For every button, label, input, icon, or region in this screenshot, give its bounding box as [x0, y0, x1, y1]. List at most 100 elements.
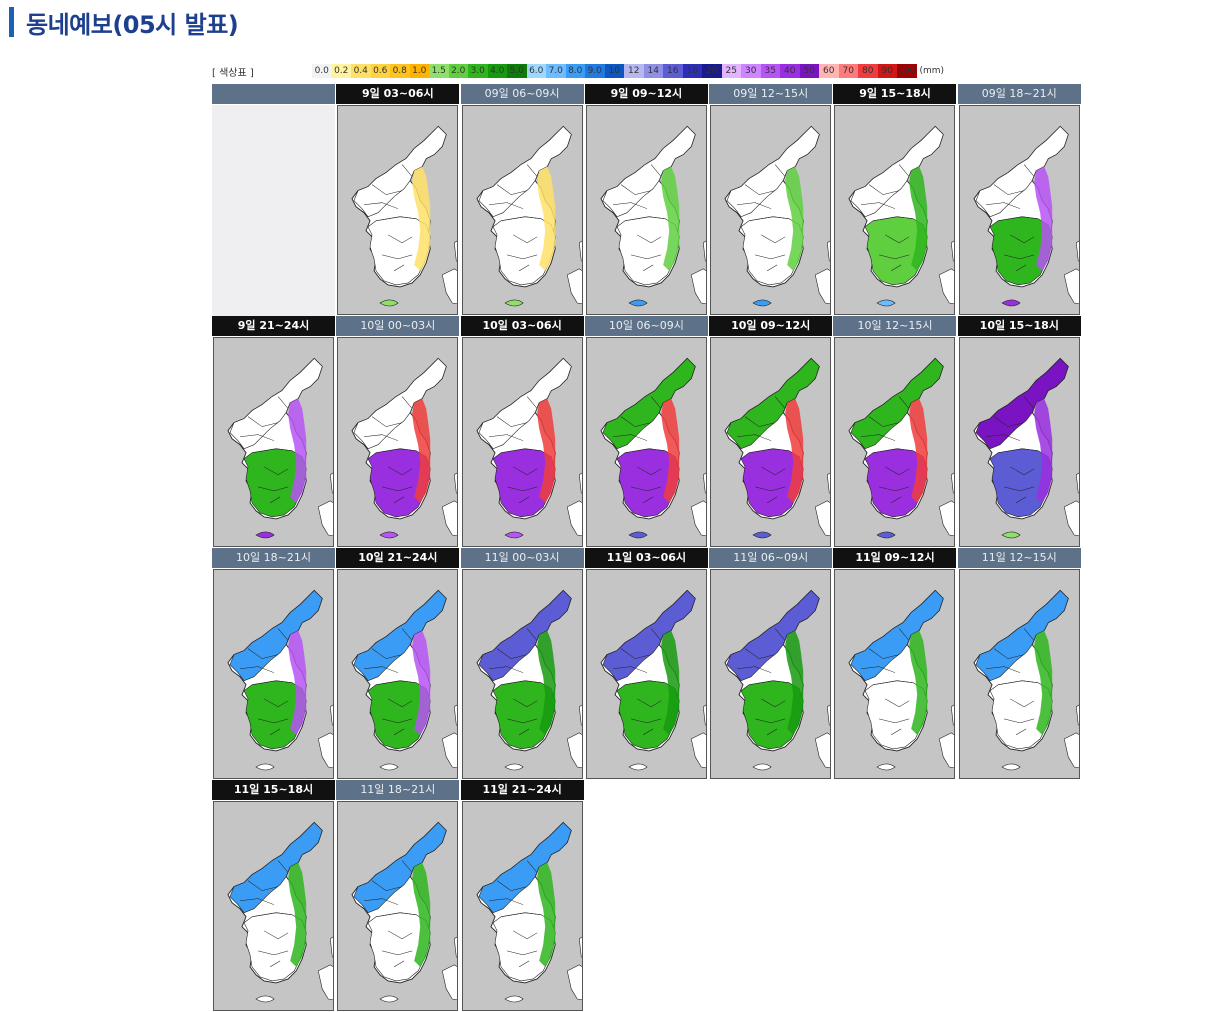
forecast-panel: 9일 09~12시 [584, 84, 708, 316]
precipitation-map [710, 569, 832, 779]
panel-time-label: 10일 00~03시 [336, 316, 460, 336]
panel-time-label: 11일 21~24시 [460, 780, 584, 800]
legend-step: 4.0 [487, 64, 507, 78]
forecast-panel [212, 84, 335, 316]
panel-time-label: 09일 18~21시 [957, 84, 1081, 104]
precipitation-map [213, 569, 334, 779]
panel-time-label: 11일 09~12시 [833, 548, 957, 568]
panel-time-label: 11일 12~15시 [957, 548, 1081, 568]
legend-step: 1.5 [429, 64, 449, 78]
forecast-panel: 10일 09~12시 [709, 316, 833, 548]
precipitation-map [834, 337, 956, 547]
forecast-panel: 9일 21~24시 [212, 316, 335, 548]
forecast-panel: 11일 18~21시 [336, 780, 460, 1012]
legend-step: 10 [604, 64, 624, 78]
page-header: 동네예보(05시 발표) [9, 7, 239, 39]
panel-time-label [212, 84, 335, 104]
forecast-panel: 10일 18~21시 [212, 548, 335, 780]
panel-time-label: 10일 06~09시 [584, 316, 708, 336]
precipitation-map [585, 337, 707, 547]
forecast-panel: 09일 12~15시 [709, 84, 833, 316]
legend-label: [ 색상표 ] [212, 67, 254, 79]
panel-time-label: 11일 06~09시 [709, 548, 833, 568]
forecast-panel: 10일 00~03시 [336, 316, 460, 548]
legend-step: 7.0 [546, 64, 566, 78]
legend-step: 30 [741, 64, 761, 78]
legend-step: 35 [760, 64, 780, 78]
legend-step: 90 [877, 64, 897, 78]
precipitation-map [337, 105, 459, 315]
panel-time-label: 09일 12~15시 [709, 84, 833, 104]
panel-time-label: 11일 18~21시 [336, 780, 460, 800]
precipitation-map [337, 337, 459, 547]
forecast-panel: 11일 00~03시 [460, 548, 584, 780]
legend-step: 3.0 [468, 64, 488, 78]
legend-step: 40 [780, 64, 800, 78]
legend-scale: 0.0 0.2 0.4 0.6 0.8 1.0 1.5 2.0 3.0 4.0 5.0 6.0 7.0 8… [312, 64, 917, 78]
panel-time-label: 9일 03~06시 [336, 84, 460, 104]
forecast-panel: 10일 06~09시 [584, 316, 708, 548]
legend-step: 50 [799, 64, 819, 78]
panel-time-label: 11일 03~06시 [584, 548, 708, 568]
forecast-panel: 10일 03~06시 [460, 316, 584, 548]
empty-panel [212, 105, 335, 316]
panel-time-label: 9일 21~24시 [212, 316, 335, 336]
legend-step: 5.0 [507, 64, 527, 78]
precipitation-map [834, 569, 956, 779]
legend-step: 0.0 [312, 64, 332, 78]
legend-step: 100 [897, 64, 917, 78]
page-title: 동네예보(05시 발표) [26, 10, 239, 39]
forecast-panel-grid: 9일 03~06시 09일 06~09시 9일 09~12시 09일 12~15시 9일… [212, 84, 1105, 1012]
precipitation-map [461, 337, 583, 547]
legend-step: 8.0 [565, 64, 585, 78]
panel-time-label: 09일 06~09시 [460, 84, 584, 104]
panel-time-label: 11일 15~18시 [212, 780, 335, 800]
panel-time-label: 9일 09~12시 [584, 84, 708, 104]
precipitation-map [213, 337, 334, 547]
legend-step: 70 [838, 64, 858, 78]
forecast-panel: 11일 21~24시 [460, 780, 584, 1012]
precipitation-map [461, 569, 583, 779]
panel-time-label: 10일 15~18시 [957, 316, 1081, 336]
forecast-panel: 9일 03~06시 [336, 84, 460, 316]
forecast-panel: 11일 06~09시 [709, 548, 833, 780]
precipitation-map [958, 337, 1080, 547]
precipitation-map [958, 105, 1080, 315]
legend-step: 25 [721, 64, 741, 78]
precipitation-map [834, 105, 956, 315]
forecast-panel: 09일 06~09시 [460, 84, 584, 316]
panel-time-label: 10일 09~12시 [709, 316, 833, 336]
panel-time-label: 10일 21~24시 [336, 548, 460, 568]
precipitation-map [461, 105, 583, 315]
precipitation-map [585, 569, 707, 779]
forecast-panel: 10일 21~24시 [336, 548, 460, 780]
legend-step: 1.0 [409, 64, 429, 78]
panel-time-label: 9일 15~18시 [833, 84, 957, 104]
forecast-panel: 09일 18~21시 [957, 84, 1081, 316]
precipitation-map [337, 569, 459, 779]
panel-time-label: 10일 12~15시 [833, 316, 957, 336]
color-legend: [ 색상표 ] 0.0 0.2 0.4 0.6 0.8 1.0 1.5 2.0 3.0 4.0 5.… [212, 63, 944, 79]
precipitation-map [710, 337, 832, 547]
forecast-panel: 11일 03~06시 [584, 548, 708, 780]
panel-time-label: 10일 18~21시 [212, 548, 335, 568]
legend-step: 60 [819, 64, 839, 78]
legend-step: 14 [643, 64, 663, 78]
forecast-panel: 11일 15~18시 [212, 780, 335, 1012]
panel-time-label: 10일 03~06시 [460, 316, 584, 336]
forecast-panel: 10일 12~15시 [833, 316, 957, 548]
precipitation-map [958, 569, 1080, 779]
forecast-panel: 11일 12~15시 [957, 548, 1081, 780]
title-accent-bar [9, 7, 14, 37]
legend-unit: (mm) [919, 66, 945, 76]
precipitation-map [461, 801, 583, 1011]
legend-step: 20 [702, 64, 722, 78]
forecast-panel: 10일 15~18시 [957, 316, 1081, 548]
precipitation-map [337, 801, 459, 1011]
legend-step: 0.6 [370, 64, 390, 78]
legend-step: 9.0 [585, 64, 605, 78]
legend-step: 12 [624, 64, 644, 78]
legend-step: 18 [682, 64, 702, 78]
legend-step: 0.4 [351, 64, 371, 78]
legend-step: 16 [663, 64, 683, 78]
